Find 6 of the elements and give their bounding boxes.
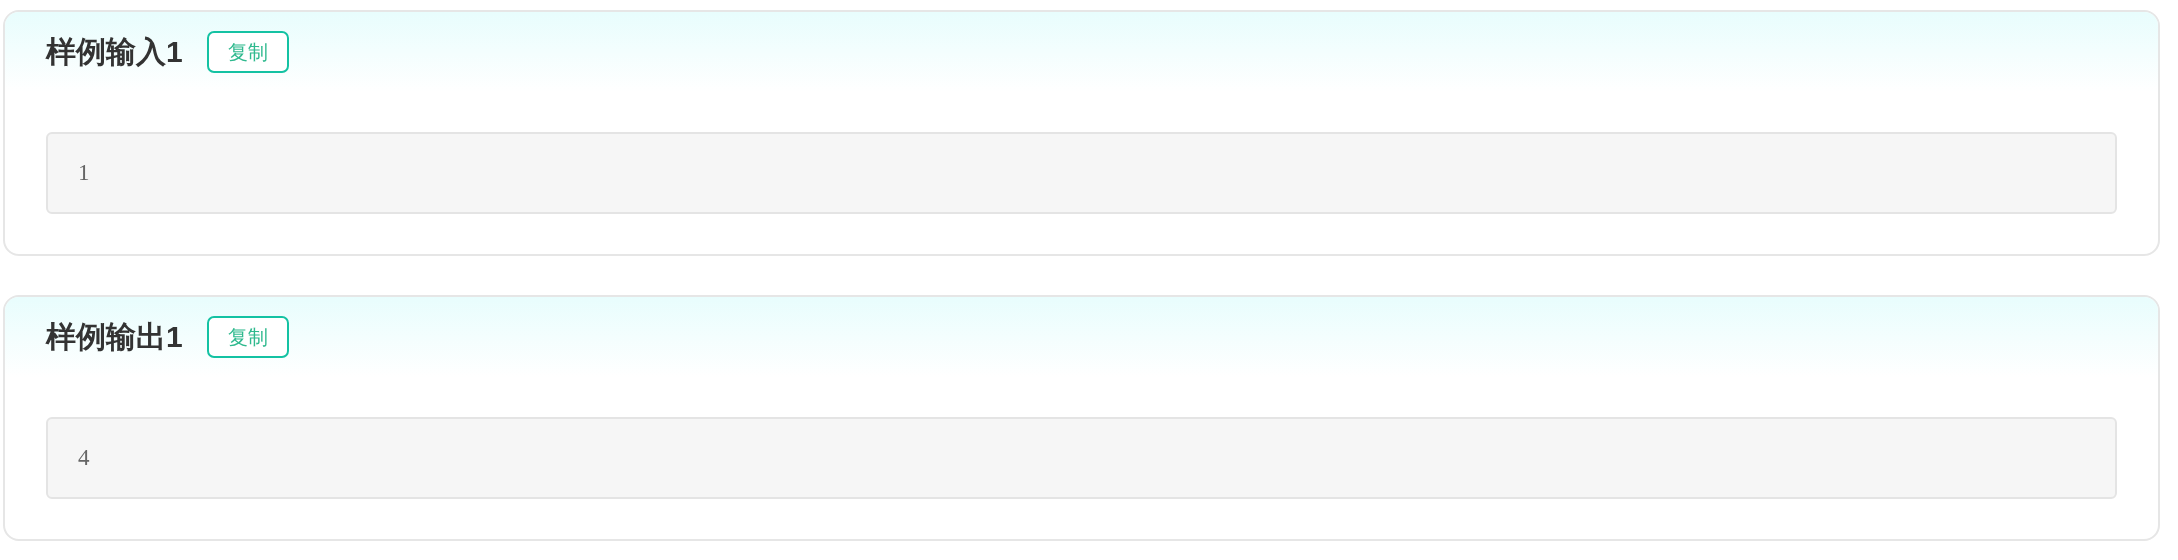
copy-button[interactable]: 复制 <box>206 31 289 73</box>
copy-button[interactable]: 复制 <box>206 316 289 358</box>
sample-title: 样例输入1 <box>46 33 183 70</box>
code-text: 1 <box>78 160 90 186</box>
code-text: 4 <box>78 445 90 471</box>
sample-title: 样例输出1 <box>46 318 183 355</box>
